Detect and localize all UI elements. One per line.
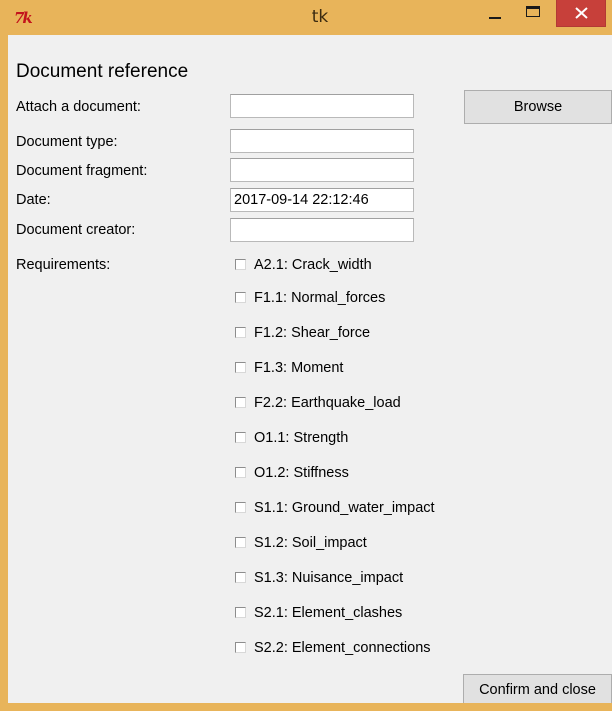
requirement-label: F1.1: Normal_forces <box>254 290 386 306</box>
date-input[interactable]: 2017-09-14 22:12:46 <box>230 188 414 212</box>
checkbox-box[interactable] <box>235 467 246 478</box>
requirement-label: O1.1: Strength <box>254 430 349 446</box>
confirm-and-close-button[interactable]: Confirm and close <box>463 674 612 706</box>
title-bar[interactable]: 7k tk <box>0 0 612 35</box>
checkbox-box[interactable] <box>235 327 246 338</box>
requirement-label: S2.2: Element_connections <box>254 640 431 656</box>
document-type-input[interactable] <box>230 129 414 153</box>
document-fragment-label: Document fragment: <box>16 163 148 179</box>
requirement-label: A2.1: Crack_width <box>254 257 372 273</box>
document-type-label: Document type: <box>16 134 118 150</box>
checkbox-box[interactable] <box>235 397 246 408</box>
minimize-button[interactable] <box>478 0 512 27</box>
browse-button[interactable]: Browse <box>464 90 612 124</box>
document-fragment-input[interactable] <box>230 158 414 182</box>
date-label: Date: <box>16 192 51 208</box>
attach-document-label: Attach a document: <box>16 99 141 115</box>
requirement-label: F1.3: Moment <box>254 360 344 376</box>
checkbox-box[interactable] <box>235 607 246 618</box>
attach-document-input[interactable] <box>230 94 414 118</box>
maximize-button[interactable] <box>516 0 550 27</box>
document-creator-label: Document creator: <box>16 222 136 238</box>
requirement-label: S2.1: Element_clashes <box>254 605 403 621</box>
window-frame-bottom <box>0 703 612 711</box>
requirement-label: O1.2: Stiffness <box>254 465 349 481</box>
checkbox-box[interactable] <box>235 642 246 653</box>
checkbox-box[interactable] <box>235 502 246 513</box>
checkbox-box[interactable] <box>235 572 246 583</box>
close-button[interactable] <box>556 0 606 27</box>
app-window: 7k tk Document reference Attach a docume… <box>0 0 612 711</box>
document-creator-input[interactable] <box>230 218 414 242</box>
checkbox-box[interactable] <box>235 432 246 443</box>
checkbox-box[interactable] <box>235 362 246 373</box>
requirement-label: S1.1: Ground_water_impact <box>254 500 435 516</box>
requirement-label: S1.2: Soil_impact <box>254 535 367 551</box>
requirement-label: S1.3: Nuisance_impact <box>254 570 404 586</box>
form-heading: Document reference <box>16 61 189 82</box>
requirement-label: F1.2: Shear_force <box>254 325 371 341</box>
requirements-label: Requirements: <box>16 257 111 273</box>
close-icon <box>575 7 588 19</box>
checkbox-box[interactable] <box>235 537 246 548</box>
checkbox-box[interactable] <box>235 292 246 303</box>
checkbox-box[interactable] <box>235 259 246 270</box>
requirement-label: F2.2: Earthquake_load <box>254 395 401 411</box>
